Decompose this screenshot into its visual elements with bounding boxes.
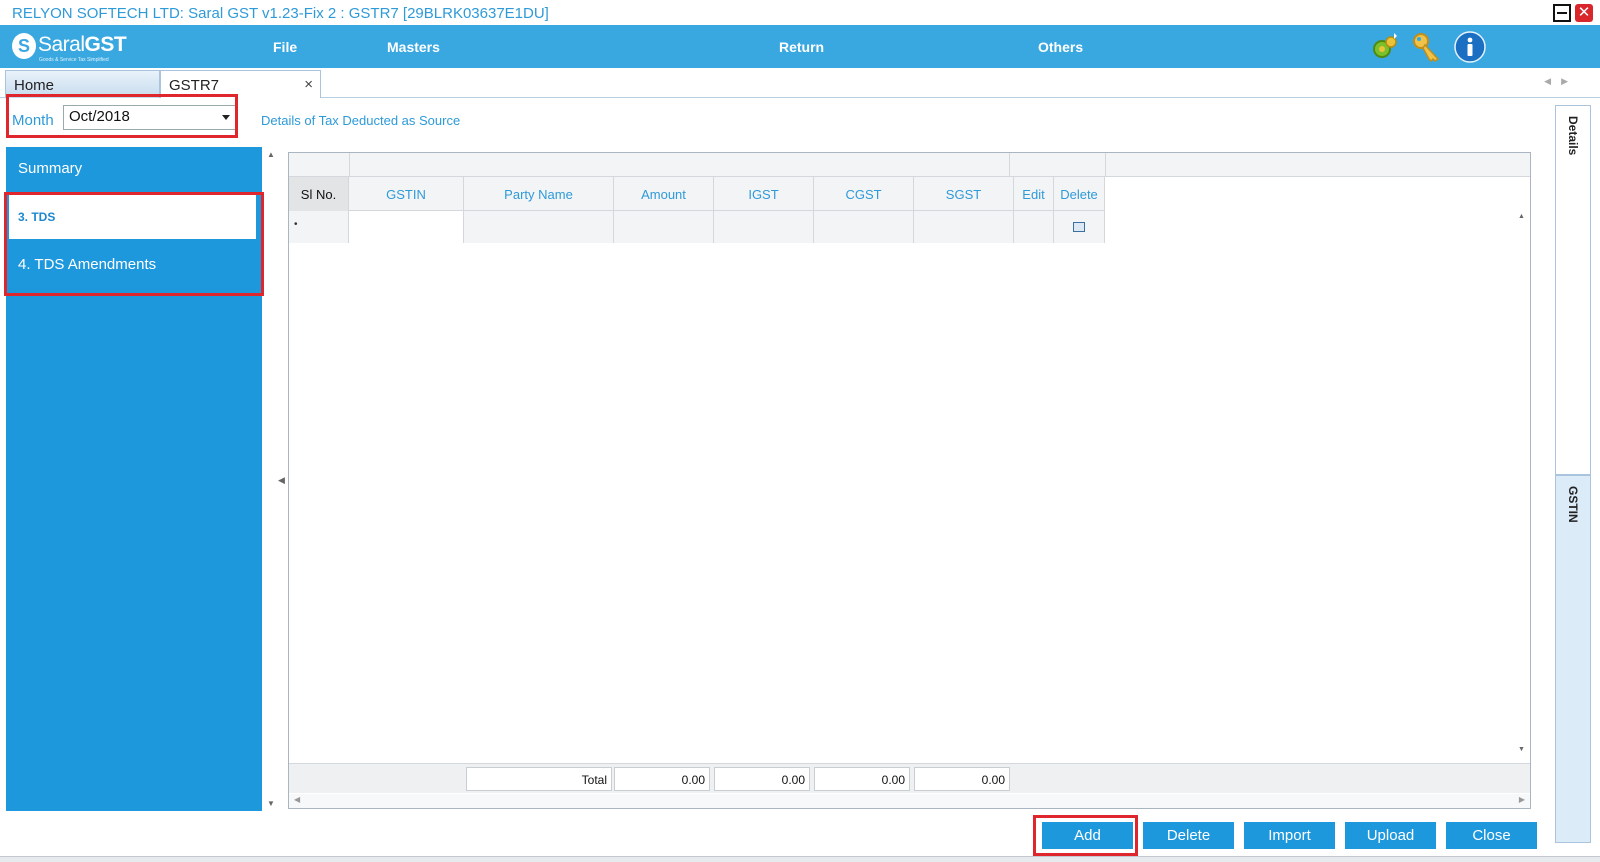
- key-icon[interactable]: [1410, 31, 1442, 63]
- column-header-gstin[interactable]: GSTIN: [349, 177, 464, 211]
- import-button[interactable]: Import: [1244, 822, 1335, 849]
- grid-horizontal-scrollbar[interactable]: ◀ ▶: [289, 794, 1530, 808]
- logo-mark: S: [12, 33, 36, 59]
- window-title: RELYON SOFTECH LTD: Saral GST v1.23-Fix …: [12, 5, 549, 22]
- minimize-button[interactable]: [1553, 4, 1571, 22]
- total-igst: 0.00: [714, 767, 810, 791]
- column-header-party-name[interactable]: Party Name: [464, 177, 614, 211]
- close-button[interactable]: Close: [1446, 822, 1537, 849]
- column-header-delete[interactable]: Delete: [1054, 177, 1105, 211]
- cell-igst[interactable]: [714, 211, 814, 243]
- right-side-panel: Details GSTIN: [1555, 98, 1600, 850]
- tds-grid: Sl No. GSTIN Party Name Amount IGST CGST…: [288, 152, 1531, 809]
- scroll-up-icon[interactable]: ▲: [267, 150, 275, 159]
- scroll-left-icon[interactable]: ◀: [294, 795, 300, 804]
- scroll-right-icon[interactable]: ▶: [1519, 795, 1525, 804]
- month-select-value: Oct/2018: [69, 108, 130, 125]
- sidebar-item-summary[interactable]: Summary: [9, 147, 256, 192]
- logo-brand-light: Saral: [38, 33, 85, 56]
- column-header-amount[interactable]: Amount: [614, 177, 714, 211]
- grid-total-row: Total 0.00 0.00 0.00 0.00: [289, 763, 1530, 793]
- column-header-edit[interactable]: Edit: [1014, 177, 1054, 211]
- splitter-collapse-icon[interactable]: ◀: [278, 475, 285, 486]
- tab-home[interactable]: Home: [5, 70, 160, 98]
- saral-gst-logo: S SaralGST Goods & Service Tax Simplifie…: [12, 31, 127, 63]
- side-tab-gstin[interactable]: GSTIN: [1555, 475, 1591, 843]
- close-window-button[interactable]: ✕: [1575, 4, 1593, 22]
- column-header-sl-no[interactable]: Sl No.: [289, 177, 349, 211]
- document-tab-strip: Home GSTR7 × ◀▶: [0, 68, 1600, 98]
- logo-brand: SaralGST: [38, 33, 127, 57]
- menu-return[interactable]: Return: [779, 39, 824, 55]
- row-indicator: [289, 211, 349, 243]
- cell-sgst[interactable]: [914, 211, 1014, 243]
- month-label: Month: [12, 112, 54, 129]
- delete-button[interactable]: Delete: [1143, 822, 1234, 849]
- cell-cgst[interactable]: [814, 211, 914, 243]
- status-strip: [0, 856, 1600, 862]
- dropdown-arrow-icon[interactable]: [222, 115, 230, 120]
- side-tab-gstin-label: GSTIN: [1566, 486, 1580, 523]
- logo-tagline: Goods & Service Tax Simplified: [39, 57, 109, 63]
- menu-others[interactable]: Others: [1038, 39, 1083, 55]
- grid-header-row: Sl No. GSTIN Party Name Amount IGST CGST…: [289, 177, 1105, 211]
- info-icon[interactable]: [1454, 31, 1486, 63]
- sidebar-nav: Summary 3. TDS 4. TDS Amendments: [6, 147, 262, 811]
- sidebar-scrollbar[interactable]: ▲ ▼: [265, 147, 277, 811]
- delete-row-icon[interactable]: [1073, 222, 1085, 232]
- menu-masters[interactable]: Masters: [387, 39, 440, 55]
- scroll-down-icon[interactable]: ▼: [267, 799, 275, 808]
- cell-amount[interactable]: [614, 211, 714, 243]
- column-header-sgst[interactable]: SGST: [914, 177, 1014, 211]
- menu-bar: S SaralGST Goods & Service Tax Simplifie…: [0, 25, 1600, 68]
- cell-edit[interactable]: [1014, 211, 1054, 243]
- tab-gstr7[interactable]: GSTR7 ×: [160, 70, 321, 98]
- total-sgst: 0.00: [914, 767, 1010, 791]
- tab-close-icon[interactable]: ×: [304, 76, 313, 93]
- upload-button[interactable]: Upload: [1345, 822, 1436, 849]
- app-window: RELYON SOFTECH LTD: Saral GST v1.23-Fix …: [0, 0, 1600, 862]
- grid-vertical-scrollbar[interactable]: ▲ ▼: [1516, 211, 1528, 755]
- cell-delete[interactable]: [1054, 211, 1105, 243]
- cell-party-name[interactable]: [464, 211, 614, 243]
- side-tab-details[interactable]: Details: [1555, 105, 1591, 475]
- column-header-cgst[interactable]: CGST: [814, 177, 914, 211]
- tab-home-label: Home: [14, 77, 55, 94]
- tab-gstr7-label: GSTR7: [169, 77, 220, 94]
- table-row[interactable]: [289, 211, 1105, 243]
- grid-group-header: [289, 153, 1530, 177]
- cell-gstin[interactable]: [349, 211, 464, 243]
- scroll-up-icon[interactable]: ▲: [1518, 213, 1525, 220]
- sidebar-item-tds-amendments[interactable]: 4. TDS Amendments: [9, 243, 256, 288]
- total-label: Total: [466, 767, 612, 791]
- scroll-down-icon[interactable]: ▼: [1518, 746, 1525, 753]
- total-amount: 0.00: [614, 767, 710, 791]
- tab-scroll-arrows[interactable]: ◀▶: [1544, 76, 1578, 87]
- title-bar: RELYON SOFTECH LTD: Saral GST v1.23-Fix …: [0, 0, 1600, 25]
- column-header-igst[interactable]: IGST: [714, 177, 814, 211]
- month-select[interactable]: Oct/2018: [63, 105, 236, 130]
- sidebar-item-tds[interactable]: 3. TDS: [9, 194, 256, 239]
- logo-brand-bold: GST: [84, 33, 127, 56]
- settings-icon[interactable]: [1368, 31, 1400, 63]
- content-heading: Details of Tax Deducted as Source: [261, 113, 461, 128]
- side-tab-details-label: Details: [1566, 116, 1580, 156]
- total-cgst: 0.00: [814, 767, 910, 791]
- menu-file[interactable]: File: [273, 39, 297, 55]
- add-button[interactable]: Add: [1042, 822, 1133, 849]
